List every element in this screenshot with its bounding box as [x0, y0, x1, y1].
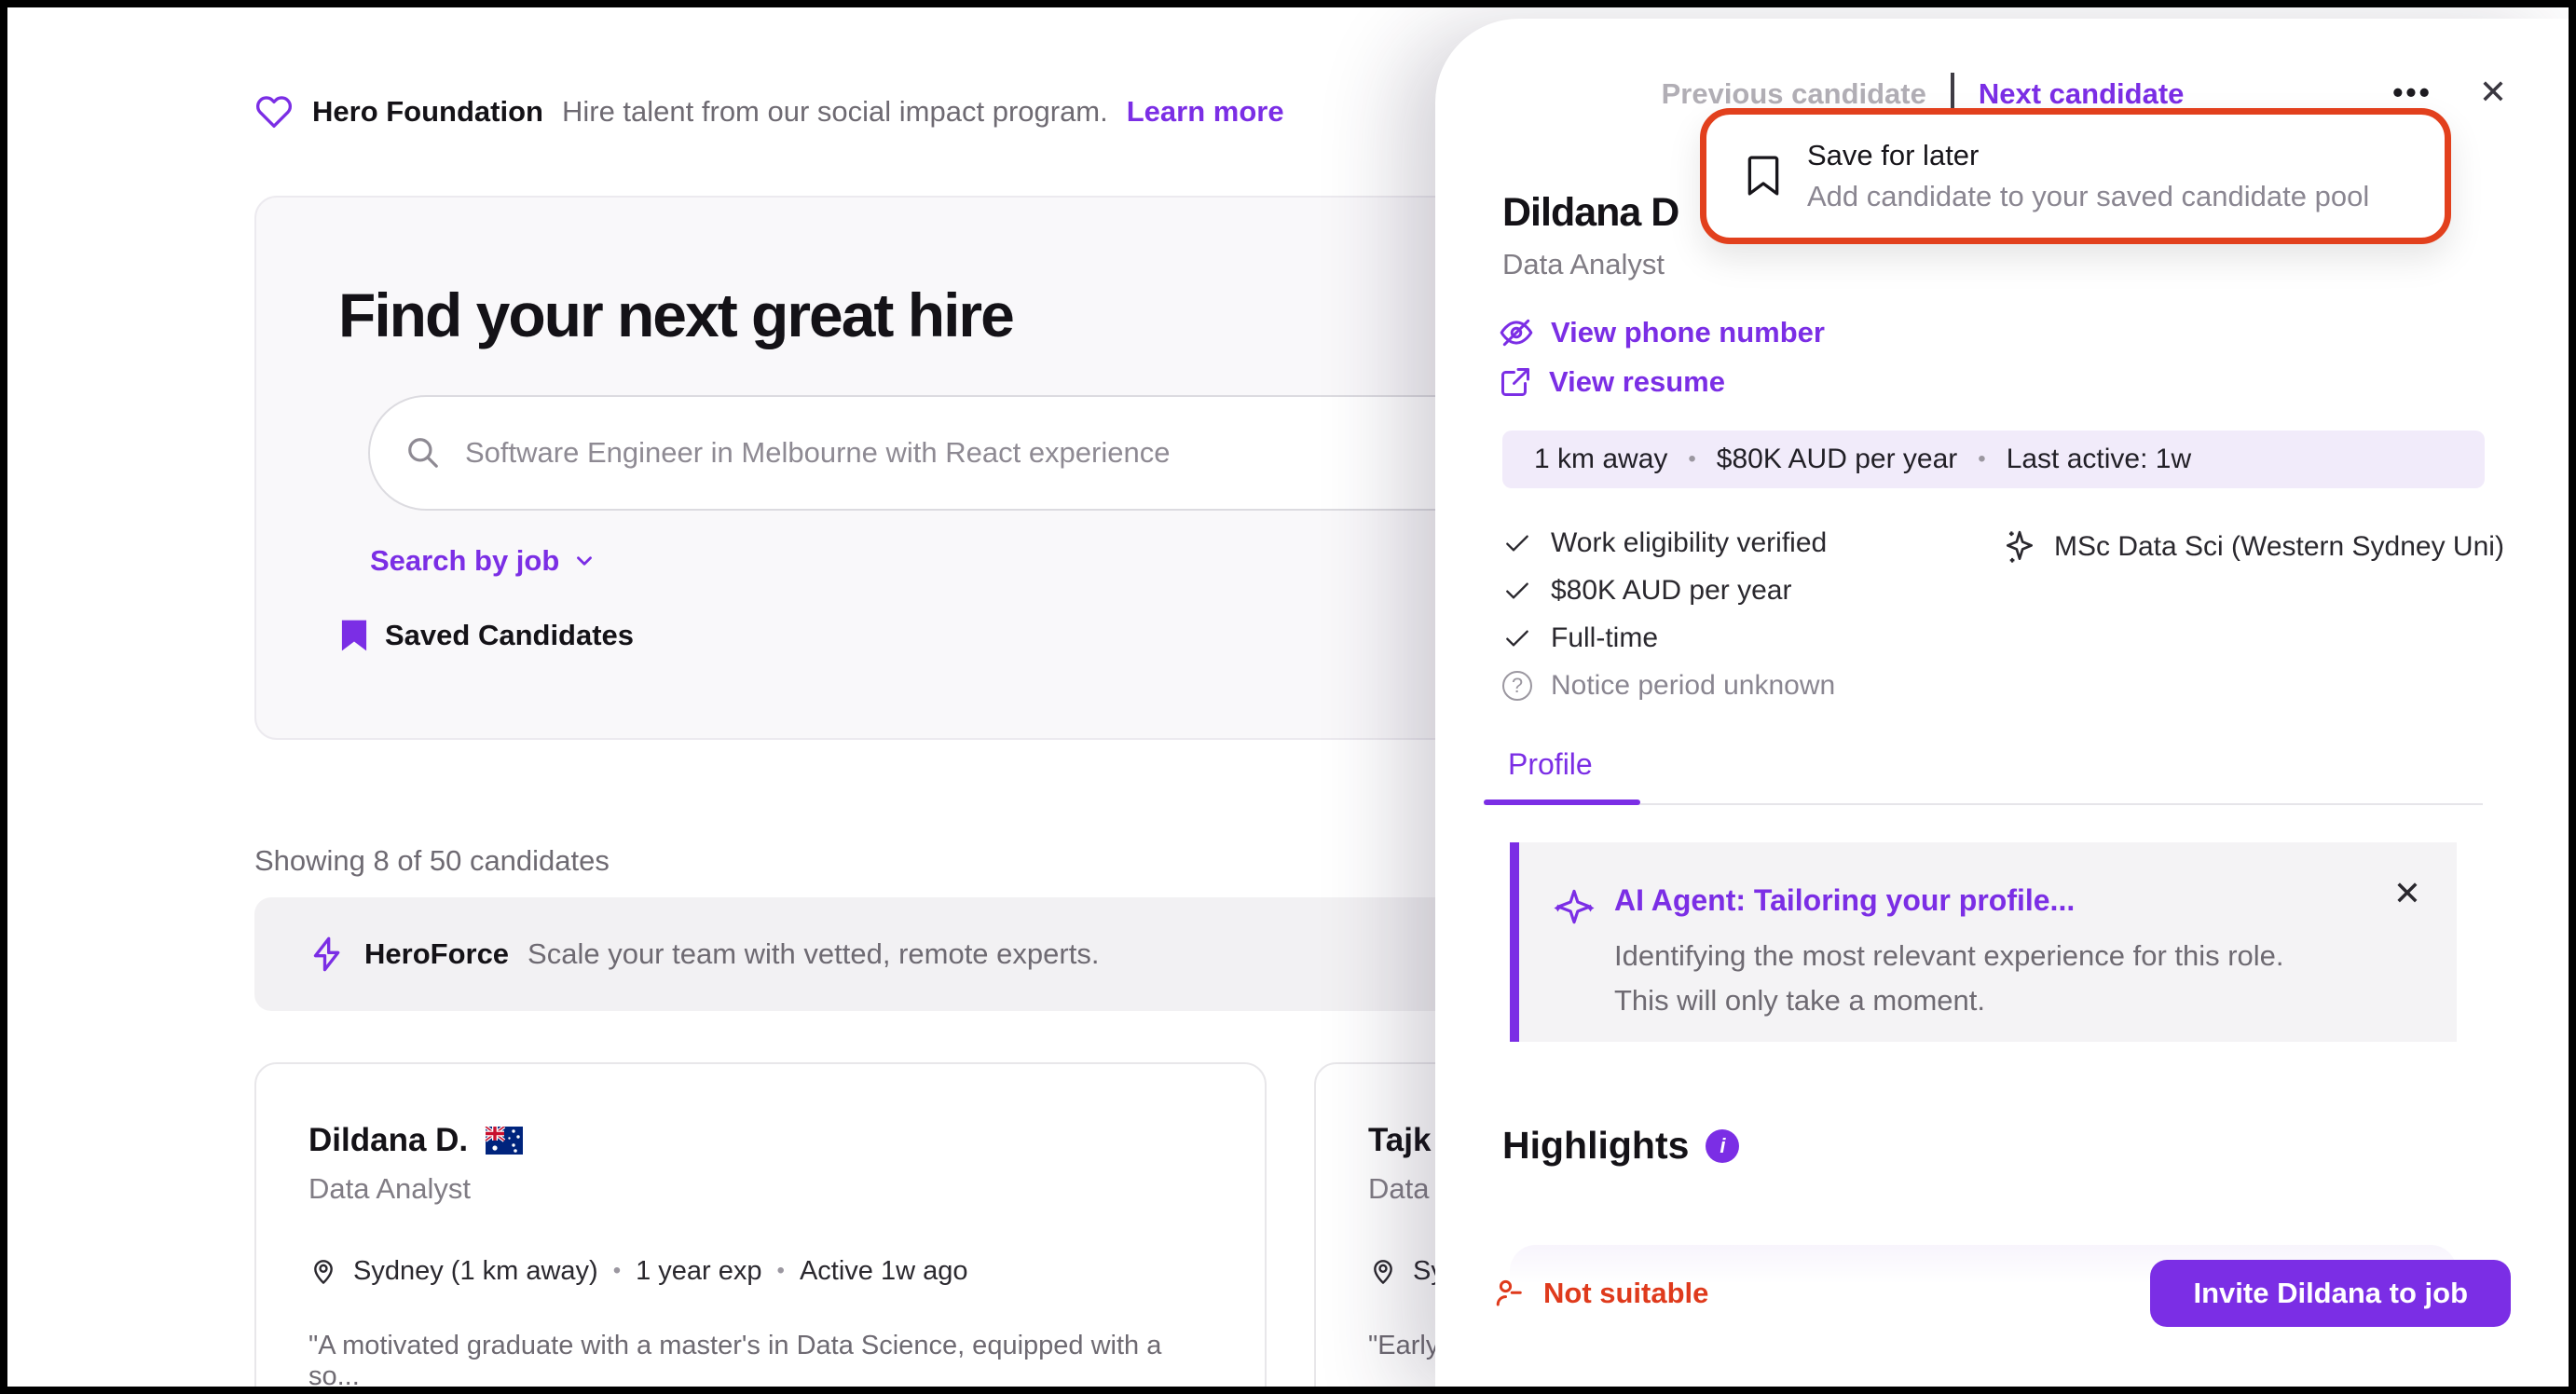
qualification-item: Work eligibility verified	[1502, 527, 1835, 559]
hero-foundation-message: Hire talent from our social impact progr…	[562, 95, 1108, 129]
search-by-job-label: Search by job	[370, 544, 559, 578]
learn-more-link[interactable]: Learn more	[1127, 95, 1284, 129]
search-by-job-toggle[interactable]: Search by job	[370, 544, 596, 578]
person-minus-icon	[1493, 1276, 1527, 1311]
view-resume-label: View resume	[1549, 365, 1725, 399]
qualification-label: Work eligibility verified	[1551, 527, 1827, 559]
qualification-item: $80K AUD per year	[1502, 575, 1835, 607]
dot-separator: •	[613, 1258, 621, 1284]
dot-separator: •	[1688, 446, 1695, 472]
heroforce-title: HeroForce	[364, 937, 509, 971]
lightning-bolt-icon	[308, 934, 346, 975]
candidate-info-bar: 1 km away • $80K AUD per year • Last act…	[1502, 430, 2485, 488]
salary-value: $80K AUD per year	[1717, 444, 1957, 475]
check-icon	[1502, 528, 1532, 558]
hero-foundation-title: Hero Foundation	[312, 95, 543, 129]
qualification-label: $80K AUD per year	[1551, 575, 1791, 607]
sparkle-icon	[2002, 527, 2037, 567]
drawer-candidate-name: Dildana D	[1502, 190, 1679, 236]
app-screen: Hero Foundation Hire talent from our soc…	[0, 0, 2576, 1394]
close-icon[interactable]: ✕	[2479, 73, 2507, 112]
view-phone-number-link[interactable]: View phone number	[1499, 315, 1825, 350]
notice-period-label: Notice period unknown	[1551, 670, 1835, 702]
highlights-header: Highlights i	[1502, 1124, 1739, 1168]
tab-profile[interactable]: Profile	[1508, 747, 1593, 782]
next-candidate-button[interactable]: Next candidate	[1979, 77, 2185, 111]
candidate-active: Active 1w ago	[800, 1256, 968, 1287]
candidate-location: Sydney (1 km away)	[353, 1256, 598, 1287]
bookmark-outline-icon	[1746, 155, 1781, 198]
qualification-list: Work eligibility verified $80K AUD per y…	[1502, 527, 1835, 702]
info-icon[interactable]: i	[1706, 1129, 1739, 1163]
distance-value: 1 km away	[1534, 444, 1667, 475]
candidate-role: Data Analyst	[308, 1172, 1213, 1206]
education-item: MSc Data Sci (Western Sydney Uni)	[2002, 527, 2504, 567]
dot-separator: •	[1978, 446, 1985, 472]
bookmark-filled-icon	[340, 619, 368, 652]
candidate-name: Dildana D.	[308, 1122, 468, 1159]
location-pin-icon	[1368, 1254, 1398, 1288]
external-link-icon	[1499, 365, 1532, 399]
view-resume-link[interactable]: View resume	[1499, 365, 1725, 399]
hero-foundation-banner: Hero Foundation Hire talent from our soc…	[254, 93, 1284, 130]
not-suitable-button[interactable]: Not suitable	[1493, 1276, 1708, 1311]
drawer-footer: Not suitable Invite Dildana to job	[1435, 1210, 2569, 1387]
search-icon	[405, 435, 441, 471]
invite-to-job-button[interactable]: Invite Dildana to job	[2150, 1260, 2511, 1327]
chevron-down-icon	[572, 549, 596, 573]
education-label: MSc Data Sci (Western Sydney Uni)	[2054, 531, 2504, 563]
candidate-detail-drawer: Previous candidate Next candidate ••• ✕ …	[1435, 19, 2569, 1387]
heroforce-banner: HeroForce Scale your team with vetted, r…	[254, 897, 1524, 1011]
question-circle-icon: ?	[1502, 671, 1532, 701]
ai-banner-close-icon[interactable]: ✕	[2393, 874, 2421, 913]
ai-agent-banner: AI Agent: Tailoring your profile... Iden…	[1510, 842, 2457, 1042]
not-suitable-label: Not suitable	[1543, 1277, 1708, 1310]
results-count: Showing 8 of 50 candidates	[254, 844, 610, 878]
candidate-card-dildana[interactable]: Dildana D. Data Analyst Sydney (1 km	[254, 1062, 1267, 1394]
ai-banner-line2: This will only take a moment.	[1614, 978, 2284, 1023]
ai-banner-line1: Identifying the most relevant experience…	[1614, 934, 2284, 978]
qualification-item: Full-time	[1502, 622, 1835, 654]
candidate-name: Tajk	[1368, 1122, 1431, 1159]
ai-sparkle-icon	[1551, 883, 1597, 930]
candidate-quote: "A motivated graduate with a master's in…	[308, 1331, 1213, 1392]
drawer-candidate-role: Data Analyst	[1502, 248, 1665, 281]
location-pin-icon	[308, 1254, 338, 1288]
notice-period-item: ? Notice period unknown	[1502, 670, 1835, 702]
view-phone-number-label: View phone number	[1551, 316, 1825, 349]
page-title: Find your next great hire	[338, 280, 1013, 350]
save-for-later-menu-item[interactable]: Save for later Add candidate to your sav…	[1700, 108, 2451, 244]
highlights-title: Highlights	[1502, 1124, 1689, 1168]
ai-banner-title: AI Agent: Tailoring your profile...	[1614, 883, 2075, 918]
last-active-value: Last active: 1w	[2007, 444, 2191, 475]
check-icon	[1502, 623, 1532, 653]
save-for-later-subtitle: Add candidate to your saved candidate po…	[1807, 180, 2369, 213]
saved-candidates-link[interactable]: Saved Candidates	[340, 619, 634, 652]
search-hero-card: Find your next great hire Search by job …	[254, 196, 1528, 740]
candidate-meta: Sydney (1 km away) • 1 year exp • Active…	[308, 1254, 1213, 1288]
eye-off-icon	[1499, 315, 1534, 350]
candidate-experience: 1 year exp	[636, 1256, 761, 1287]
save-for-later-title: Save for later	[1807, 139, 2369, 172]
more-options-icon[interactable]: •••	[2392, 75, 2432, 110]
saved-candidates-label: Saved Candidates	[385, 619, 634, 652]
qualification-label: Full-time	[1551, 622, 1658, 654]
heroforce-message: Scale your team with vetted, remote expe…	[528, 937, 1099, 971]
dot-separator: •	[777, 1258, 785, 1284]
drawer-header-actions: ••• ✕	[2392, 73, 2507, 112]
heart-icon	[254, 93, 294, 130]
australia-flag-icon	[485, 1127, 524, 1155]
ai-banner-body: Identifying the most relevant experience…	[1614, 934, 2284, 1023]
tab-active-indicator	[1484, 800, 1640, 805]
check-icon	[1502, 576, 1532, 606]
previous-candidate-button[interactable]: Previous candidate	[1662, 77, 1926, 111]
